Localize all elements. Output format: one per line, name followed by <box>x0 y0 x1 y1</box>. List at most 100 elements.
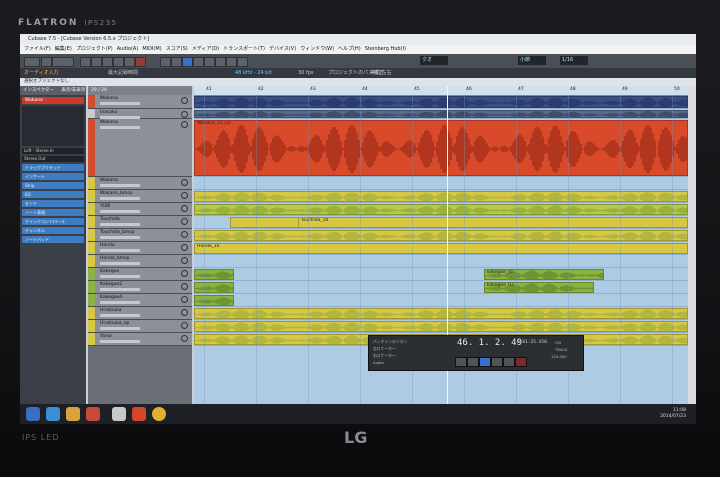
record-enable-button[interactable] <box>181 231 188 238</box>
track-buttons[interactable] <box>100 327 140 330</box>
inspector-track-controls[interactable] <box>22 106 84 146</box>
track-name[interactable]: Wakana <box>100 96 118 101</box>
grid-type-select[interactable]: 小節 <box>518 56 546 65</box>
split-tool[interactable] <box>182 57 193 67</box>
track-header[interactable]: Kakegoe2 <box>88 281 192 294</box>
track-name[interactable]: Hiratsuka <box>100 308 122 313</box>
track-lane[interactable] <box>194 268 688 281</box>
record-enable-button[interactable] <box>181 111 188 118</box>
track-buttons[interactable] <box>100 102 140 105</box>
track-buttons[interactable] <box>100 288 140 291</box>
play-button[interactable] <box>124 57 135 67</box>
track-buttons[interactable] <box>100 314 140 317</box>
menu-item-11[interactable]: Steinberg Hub(I) <box>365 46 406 52</box>
chrome-icon[interactable] <box>152 407 166 421</box>
track-name[interactable]: Honda <box>100 243 115 248</box>
menu-item-6[interactable]: メディア(D) <box>192 46 219 52</box>
inspector-section-1[interactable]: インサート <box>22 173 84 180</box>
audio-event[interactable] <box>194 321 688 332</box>
track-header[interactable]: Inacaku <box>88 109 192 119</box>
zoom-tool[interactable] <box>215 57 226 67</box>
record-enable-button[interactable] <box>181 335 188 342</box>
track-header[interactable]: Wakana_bmsp <box>88 190 192 203</box>
track-header[interactable]: Wakana <box>88 177 192 190</box>
menu-item-0[interactable]: ファイル(F) <box>24 46 51 52</box>
vertical-scrollbar[interactable] <box>688 86 696 404</box>
track-header[interactable]: Wakana <box>88 95 192 109</box>
quantize-select[interactable]: 1/16 <box>560 56 588 65</box>
menu-item-4[interactable]: MIDI(M) <box>142 46 161 52</box>
transport-time-display[interactable]: 0:01:35.450 <box>517 340 547 345</box>
track-name[interactable]: Honda_bmsp <box>100 256 129 261</box>
audio-event[interactable] <box>194 191 688 202</box>
track-name[interactable]: Touchida_bmsp <box>100 230 134 235</box>
audio-event[interactable] <box>194 282 234 293</box>
record-enable-button[interactable] <box>181 309 188 316</box>
audio-event[interactable] <box>194 308 688 319</box>
record-enable-button[interactable] <box>181 218 188 225</box>
track-buttons[interactable] <box>100 197 140 200</box>
track-lane[interactable] <box>194 255 688 268</box>
record-enable-button[interactable] <box>181 192 188 199</box>
constrain-button[interactable] <box>41 57 52 67</box>
track-buttons[interactable] <box>100 126 140 129</box>
firefox-icon[interactable] <box>132 407 146 421</box>
audio-event[interactable] <box>230 217 300 228</box>
system-clock[interactable]: 11:08 2014/07/23 <box>660 408 686 420</box>
track-buttons[interactable] <box>100 210 140 213</box>
track-buttons[interactable] <box>100 340 140 343</box>
automation-mode-button[interactable] <box>52 57 74 67</box>
audio-event[interactable] <box>194 269 234 280</box>
transport-click[interactable]: ON <box>555 340 561 345</box>
audio-event[interactable]: Honda_16 <box>194 243 688 254</box>
inspector-section-7[interactable]: チャンネル <box>22 227 84 234</box>
inspector-track-name[interactable]: Wakana <box>22 97 84 104</box>
track-name[interactable]: Inacaku <box>100 110 118 115</box>
erase-tool[interactable] <box>204 57 215 67</box>
audio-event[interactable]: Wakana_15 (2) <box>194 120 688 176</box>
track-buttons[interactable] <box>100 275 140 278</box>
audio-event[interactable]: Tsuchida_10 <box>298 217 688 228</box>
menu-item-9[interactable]: ウィンドウ(W) <box>300 46 334 52</box>
track-buttons[interactable] <box>100 249 140 252</box>
record-enable-button[interactable] <box>181 322 188 329</box>
track-header[interactable]: Touchida <box>88 216 192 229</box>
transport-position[interactable]: 46. 1. 2. 49 <box>457 338 522 348</box>
record-enable-button[interactable] <box>181 257 188 264</box>
track-lane[interactable] <box>194 294 688 307</box>
forward-button[interactable] <box>102 57 113 67</box>
mute-tool[interactable] <box>226 57 237 67</box>
snap-type-select[interactable]: クオ <box>420 56 448 65</box>
record-button[interactable] <box>135 57 146 67</box>
track-name[interactable]: Kakegoe2 <box>100 282 122 287</box>
track-header[interactable]: Honda <box>88 242 192 255</box>
track-lane[interactable] <box>194 281 688 294</box>
track-header[interactable]: Honda_bmsp <box>88 255 192 268</box>
inspector-section-0[interactable]: トラックプリセット <box>22 164 84 171</box>
audio-event[interactable] <box>194 110 688 118</box>
record-enable-button[interactable] <box>181 121 188 128</box>
track-name[interactable]: Kakegoe <box>100 269 119 274</box>
transport-tempo[interactable]: 120.000 <box>551 354 567 359</box>
go-start-button[interactable] <box>80 57 91 67</box>
track-name[interactable]: Wakana <box>100 120 118 125</box>
menu-item-7[interactable]: トランスポート(T) <box>223 46 265 52</box>
track-buttons[interactable] <box>100 236 140 239</box>
track-name[interactable]: Kakegoe4 <box>100 295 122 300</box>
inspector-section-6[interactable]: クイックコントロール <box>22 218 84 225</box>
menu-item-8[interactable]: デバイス(V) <box>269 46 296 52</box>
track-header[interactable]: Kakegoe <box>88 268 192 281</box>
inspector-section-2[interactable]: Strip <box>22 182 84 189</box>
track-buttons[interactable] <box>100 301 140 304</box>
record-enable-button[interactable] <box>181 283 188 290</box>
track-name[interactable]: Hiratsuka_op <box>100 321 129 326</box>
menu-item-2[interactable]: プロジェクト(P) <box>76 46 113 52</box>
media-icon[interactable] <box>86 407 100 421</box>
inspector-section-3[interactable]: EQ <box>22 191 84 198</box>
menu-item-10[interactable]: ヘルプ(H) <box>338 46 361 52</box>
frame-rate[interactable]: 30 fps <box>298 68 314 78</box>
inspector-section-8[interactable]: ノートパッド <box>22 236 84 243</box>
record-enable-button[interactable] <box>181 205 188 212</box>
transport-forward-button[interactable] <box>467 357 479 367</box>
internet-explorer-icon[interactable] <box>46 407 60 421</box>
